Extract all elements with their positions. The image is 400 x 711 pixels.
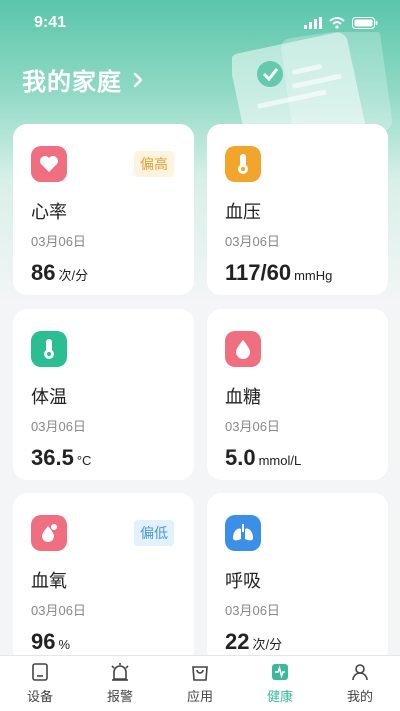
tab-apps[interactable]: 应用	[160, 656, 240, 711]
lungs-icon	[233, 524, 253, 541]
card-blood-sugar[interactable]: 血糖 03月06日 5.0 mmol/L	[207, 309, 388, 480]
value-number: 96	[31, 629, 56, 654]
bottom-tab-bar: 设备 报警 应用 健康 我的	[0, 655, 400, 711]
value-number: 117/60	[225, 260, 292, 285]
thermometer-icon	[44, 339, 54, 359]
tab-device[interactable]: 设备	[0, 656, 80, 711]
tab-alarm[interactable]: 报警	[80, 656, 160, 711]
card-blood-oxygen[interactable]: 偏低 血氧 03月06日 96 %	[13, 493, 194, 664]
tab-profile[interactable]: 我的	[320, 656, 400, 711]
value-unit: 次/分	[58, 268, 89, 283]
card-date: 03月06日	[225, 603, 280, 618]
card-temperature[interactable]: 体温 03月06日 36.5 °C	[13, 309, 194, 480]
device-icon	[32, 663, 48, 681]
status-time: 9:41	[34, 14, 67, 31]
breath-icon-wrap	[225, 515, 261, 551]
family-header[interactable]: 我的家庭	[22, 62, 144, 97]
alarm-icon	[111, 663, 129, 681]
drop-icon	[236, 340, 250, 359]
card-title: 心率	[31, 202, 67, 222]
card-value: 96 %	[31, 629, 176, 655]
value-number: 36.5	[31, 445, 74, 470]
card-date: 03月06日	[31, 234, 86, 249]
battery-icon	[352, 17, 378, 29]
thermometer-icon	[238, 154, 248, 174]
profile-icon	[352, 664, 368, 681]
card-respiration[interactable]: 呼吸 03月06日 22 次/分	[207, 493, 388, 664]
heart-icon-wrap	[31, 146, 67, 182]
signal-icon	[304, 17, 322, 29]
value-number: 22	[225, 629, 250, 654]
app-bag-icon	[192, 666, 208, 681]
oxygen-drop-icon	[42, 524, 57, 542]
wifi-icon	[329, 17, 345, 29]
tab-label: 设备	[26, 689, 53, 704]
heart-icon	[40, 156, 58, 172]
card-date: 03月06日	[31, 603, 86, 618]
oxygen-icon-wrap	[31, 515, 67, 551]
tab-label: 报警	[106, 689, 133, 704]
tab-health[interactable]: 健康	[240, 656, 320, 711]
card-date: 03月06日	[225, 419, 280, 434]
card-value: 117/60 mmHg	[225, 260, 370, 286]
card-title: 体温	[31, 387, 67, 407]
card-value: 86 次/分	[31, 260, 176, 286]
status-icons	[304, 17, 378, 29]
tab-label: 我的	[346, 689, 373, 704]
card-value: 22 次/分	[225, 629, 370, 655]
value-number: 86	[31, 260, 56, 285]
sugar-icon-wrap	[225, 331, 261, 367]
card-date: 03月06日	[225, 234, 280, 249]
status-badge: 偏高	[134, 151, 174, 177]
value-unit: mmHg	[294, 268, 333, 283]
card-title: 血氧	[31, 571, 67, 591]
card-title: 呼吸	[225, 571, 261, 591]
value-unit: %	[58, 637, 71, 652]
value-unit: °C	[76, 453, 92, 468]
page-title: 我的家庭	[22, 69, 122, 96]
card-value: 36.5 °C	[31, 445, 176, 471]
card-title: 血糖	[225, 387, 261, 407]
value-number: 5.0	[225, 445, 256, 470]
temp-icon-wrap	[31, 331, 67, 367]
card-date: 03月06日	[31, 419, 86, 434]
tab-label: 应用	[186, 689, 213, 704]
health-icon	[272, 664, 288, 680]
pressure-icon-wrap	[225, 146, 261, 182]
tab-label: 健康	[266, 689, 293, 704]
status-badge: 偏低	[134, 520, 174, 546]
card-heart-rate[interactable]: 偏高 心率 03月06日 86 次/分	[13, 124, 194, 295]
card-blood-pressure[interactable]: 血压 03月06日 117/60 mmHg	[207, 124, 388, 295]
card-title: 血压	[225, 202, 261, 222]
value-unit: mmol/L	[258, 453, 302, 468]
chevron-right-icon	[133, 72, 143, 87]
card-value: 5.0 mmol/L	[225, 445, 370, 471]
value-unit: 次/分	[252, 637, 283, 652]
